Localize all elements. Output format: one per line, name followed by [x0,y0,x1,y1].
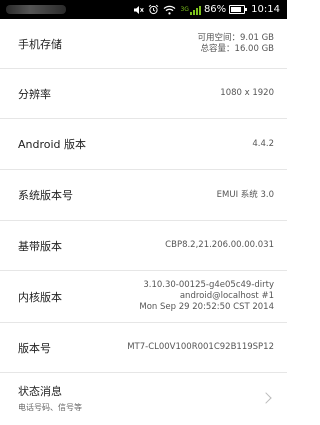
wifi-icon [163,4,176,16]
network-type-label: 3G [180,5,189,13]
row-resolution: 分辨率 1080 x 1920 [0,69,287,119]
row-system-version: 系统版本号 EMUI 系统 3.0 [0,170,287,221]
row-status-info[interactable]: 状态消息 电话号码、信号等 [0,373,287,423]
kernel-version-line-2: android@localhost #1 [179,291,274,301]
resolution-label: 分辨率 [18,87,51,101]
row-android-version[interactable]: Android 版本 4.4.2 [0,119,287,170]
status-info-subtitle: 电话号码、信号等 [18,403,82,412]
row-kernel-version: 内核版本 3.10.30-00125-g4e05c49-dirty androi… [0,271,287,323]
kernel-version-line-1: 3.10.30-00125-g4e05c49-dirty [143,280,274,290]
signal-icon: 3G [180,4,201,16]
storage-available: 可用空间：9.01 GB [197,32,274,43]
chevron-right-icon [260,392,272,404]
row-build-number[interactable]: 版本号 MT7-CL00V100R001C92B119SP12 [0,323,287,373]
row-baseband-version: 基带版本 CBP8.2,21.206.00.00.031 [0,221,287,271]
clock: 10:14 [251,4,280,15]
system-version-label: 系统版本号 [18,189,73,202]
notification-area [6,5,66,14]
build-number-value: MT7-CL00V100R001C92B119SP12 [127,342,274,352]
kernel-version-label: 内核版本 [18,290,62,304]
resolution-value: 1080 x 1920 [220,88,274,98]
kernel-version-line-3: Mon Sep 29 20:52:50 CST 2014 [139,302,274,312]
android-version-label: Android 版本 [18,138,87,151]
row-storage: 手机存储 可用空间：9.01 GB 总容量：16.00 GB [0,19,287,69]
baseband-version-value: CBP8.2,21.206.00.00.031 [165,240,274,250]
mute-icon [133,4,145,16]
storage-value: 可用空间：9.01 GB 总容量：16.00 GB [197,33,274,55]
battery-icon [229,5,248,14]
status-info-label: 状态消息 [18,385,62,398]
status-bar: 3G 86% 10:14 [0,0,287,19]
alarm-icon [148,4,159,16]
baseband-version-label: 基带版本 [18,239,62,253]
storage-label: 手机存储 [18,37,62,51]
build-number-label: 版本号 [18,341,51,355]
system-version-value: EMUI 系统 3.0 [216,189,274,200]
about-phone-list: 手机存储 可用空间：9.01 GB 总容量：16.00 GB 分辨率 1080 … [0,19,287,423]
kernel-version-value: 3.10.30-00125-g4e05c49-dirty android@loc… [139,280,274,313]
storage-total: 总容量：16.00 GB [200,43,274,54]
battery-percent: 86% [203,4,227,15]
battery-fill [231,7,242,12]
android-version-value: 4.4.2 [252,138,274,149]
